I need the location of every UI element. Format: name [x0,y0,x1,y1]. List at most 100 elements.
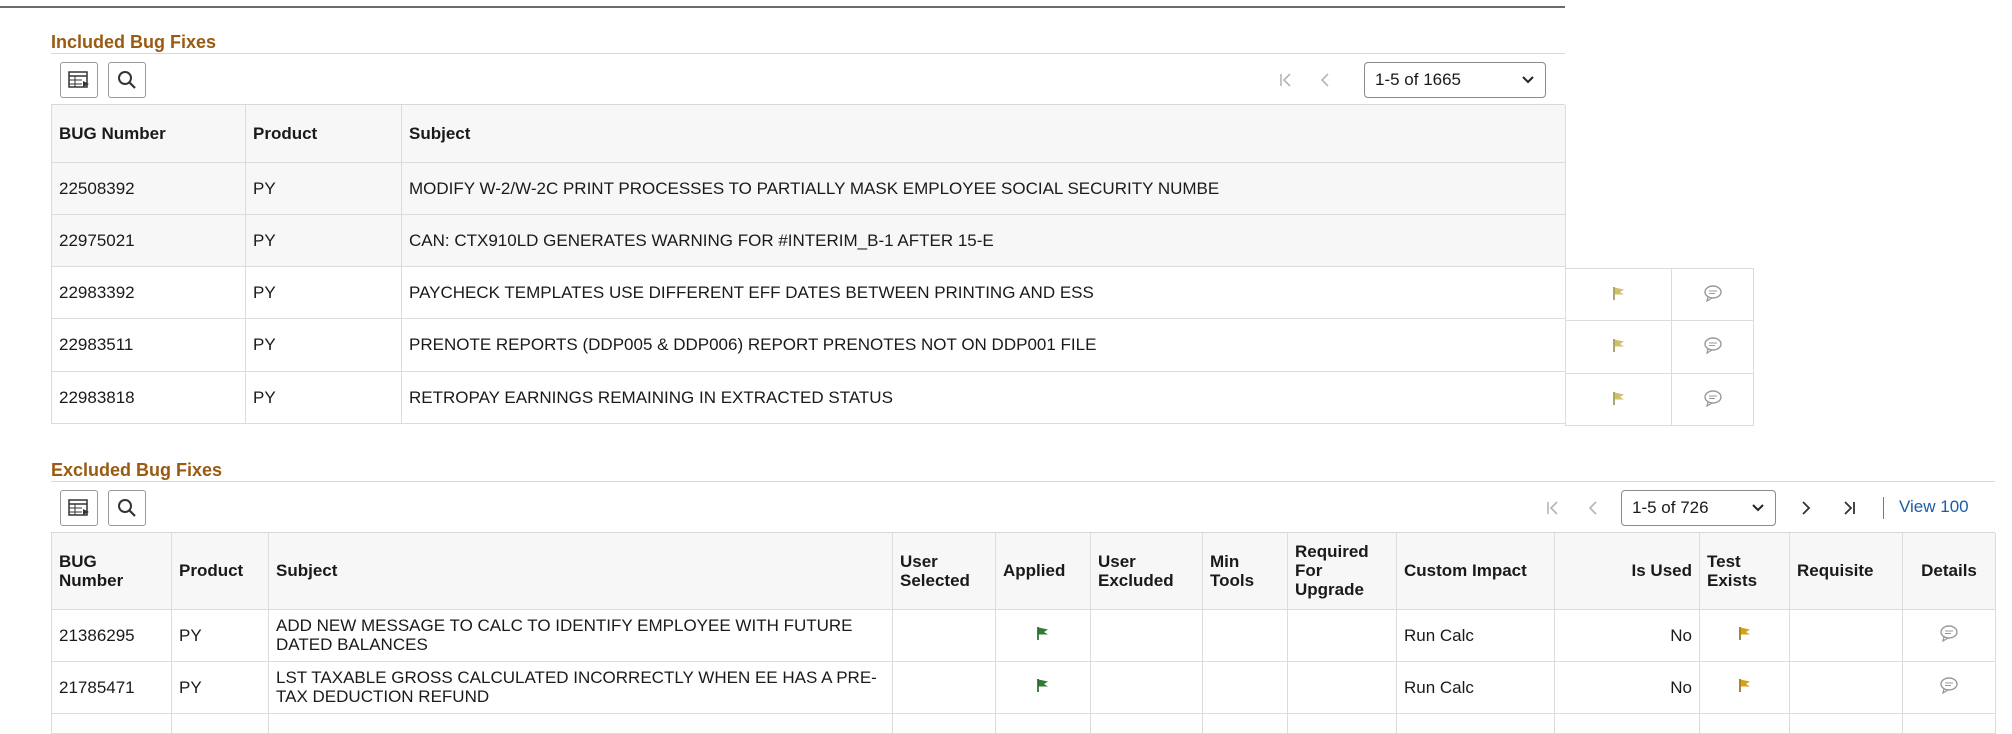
included-table: BUG Number Product Subject 22508392 PY M… [51,105,1566,424]
chevron-down-icon [1752,504,1764,512]
column-header-user-excluded[interactable]: User Excluded [1090,533,1203,610]
previous-page-button[interactable] [1581,496,1605,520]
row-range-label: 1-5 of 1665 [1375,70,1462,89]
comment-icon [1940,677,1958,695]
min-tools-cell [1202,660,1288,714]
details-cell[interactable] [1902,660,1996,714]
requisite-cell [1789,608,1903,662]
grid-settings-icon [68,71,89,88]
subject-cell: RETROPAY EARNINGS REMAINING IN EXTRACTED… [401,370,1566,424]
user-excluded-cell [1090,608,1203,662]
subject-cell: CAN: CTX910LD GENERATES WARNING FOR #INT… [401,213,1566,267]
product-cell: PY [171,608,269,662]
subject-cell: PRENOTE REPORTS (DDP005 & DDP006) REPORT… [401,317,1566,372]
excluded-table: BUG Number Product Subject User Selected… [51,533,1996,734]
next-page-button[interactable] [1794,496,1818,520]
user-selected-cell [892,660,996,714]
included-extra-columns [1565,268,1754,426]
table-row: 21785471 PY LST TAXABLE GROSS CALCULATED… [51,660,1996,714]
subject-cell: MODIFY W-2/W-2C PRINT PROCESSES TO PARTI… [401,161,1566,215]
column-header-min-tools[interactable]: Min Tools [1202,533,1288,610]
flag-icon [1738,627,1750,640]
column-header-product[interactable]: Product [171,533,269,610]
top-divider [0,0,1565,8]
first-page-button[interactable] [1274,68,1298,92]
comment-icon [1703,389,1722,407]
comment-icon [1940,625,1958,643]
table-row: 21386295 PY ADD NEW MESSAGE TO CALC TO I… [51,608,1996,662]
column-header-required-for-upgrade[interactable]: Required For Upgrade [1287,533,1397,610]
column-header-bug-number[interactable]: BUG Number [51,105,246,163]
flag-icon [1612,339,1624,352]
table-row: 22975021 PY CAN: CTX910LD GENERATES WARN… [51,213,1566,267]
test-exists-cell [1565,320,1672,374]
product-cell: PY [245,370,402,424]
test-exists-cell [1699,660,1790,714]
personalize-grid-button[interactable] [60,62,98,98]
required-for-upgrade-cell [1287,660,1397,714]
column-header-test-exists[interactable]: Test Exists [1699,533,1790,610]
column-header-subject[interactable]: Subject [401,105,1566,163]
flag-icon [1037,627,1048,640]
excluded-grid: 1-5 of 726 View 100 BUG Number Product S… [51,481,1996,734]
column-header-subject[interactable]: Subject [268,533,893,610]
bug-number-cell: 22508392 [51,161,246,215]
min-tools-cell [1202,608,1288,662]
product-cell: PY [171,660,269,714]
column-header-is-used[interactable]: Is Used [1554,533,1700,610]
column-header-custom-impact[interactable]: Custom Impact [1396,533,1555,610]
first-page-icon [1280,73,1291,87]
personalize-grid-button[interactable] [60,490,98,526]
column-header-applied[interactable]: Applied [995,533,1091,610]
table-row [1565,373,1754,426]
user-excluded-cell [1090,660,1203,714]
details-cell[interactable] [1671,373,1754,426]
column-header-bug-number[interactable]: BUG Number [51,533,172,610]
details-cell[interactable] [1902,608,1996,662]
product-cell: PY [245,317,402,372]
is-used-cell: No [1554,660,1700,714]
comment-icon [1703,337,1722,355]
flag-icon [1738,679,1750,692]
flag-icon [1037,679,1048,692]
pager-separator [1883,497,1884,519]
first-page-icon [1547,501,1558,515]
bug-number-cell: 22975021 [51,213,246,267]
search-icon [118,499,136,517]
subject-cell: LST TAXABLE GROSS CALCULATED INCORRECTLY… [268,660,893,714]
table-row: 22983392 PY PAYCHECK TEMPLATES USE DIFFE… [51,265,1566,319]
column-header-details[interactable]: Details [1902,533,1996,610]
table-row: 22508392 PY MODIFY W-2/W-2C PRINT PROCES… [51,161,1566,215]
included-section-title: Included Bug Fixes [51,32,217,52]
view-100-link[interactable]: View 100 [1899,497,1969,517]
applied-cell [995,608,1091,662]
bug-number-cell: 21785471 [51,660,172,714]
test-exists-cell [1565,373,1672,426]
column-header-requisite[interactable]: Requisite [1789,533,1903,610]
included-toolbar: 1-5 of 1665 [51,53,1565,105]
find-button[interactable] [108,62,146,98]
is-used-cell: No [1554,608,1700,662]
excluded-toolbar: 1-5 of 726 View 100 [51,481,1995,533]
bug-number-cell: 22983818 [51,370,246,424]
column-header-user-selected[interactable]: User Selected [892,533,996,610]
chevron-left-icon [1588,501,1597,515]
product-cell: PY [245,213,402,267]
last-page-icon [1844,501,1855,515]
previous-page-button[interactable] [1313,68,1337,92]
bug-number-cell: 22983392 [51,265,246,319]
row-range-label: 1-5 of 726 [1632,498,1709,517]
details-cell[interactable] [1671,268,1754,321]
search-icon [118,71,136,89]
custom-impact-cell: Run Calc [1396,660,1555,714]
details-cell[interactable] [1671,320,1754,374]
column-header-product[interactable]: Product [245,105,402,163]
custom-impact-cell: Run Calc [1396,608,1555,662]
included-row-range-select[interactable]: 1-5 of 1665 [1364,62,1546,98]
find-button[interactable] [108,490,146,526]
chevron-down-icon [1522,76,1534,84]
first-page-button[interactable] [1541,496,1565,520]
included-grid: 1-5 of 1665 BUG Number Product Subject 2… [51,53,1566,424]
excluded-row-range-select[interactable]: 1-5 of 726 [1621,490,1776,526]
last-page-button[interactable] [1837,496,1861,520]
